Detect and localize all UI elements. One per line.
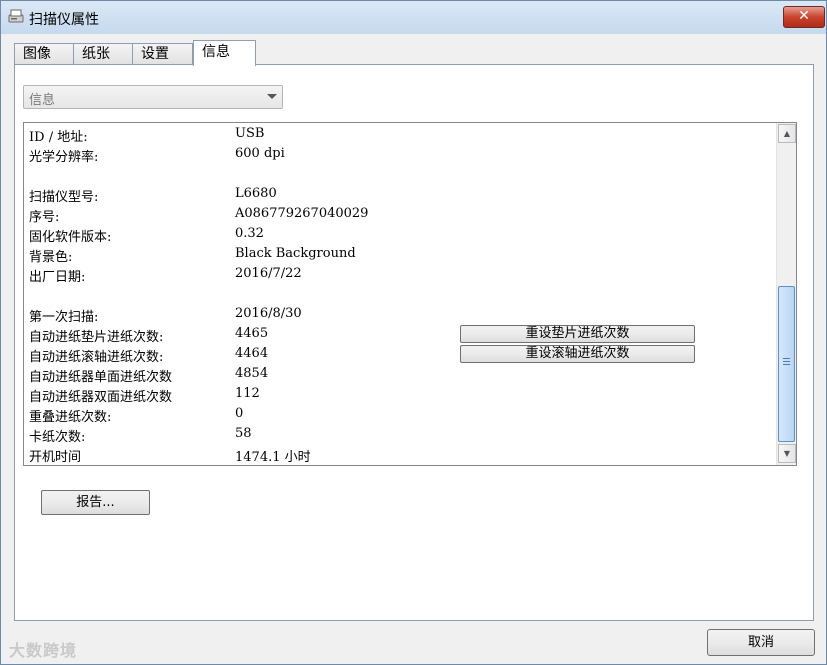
scroll-up-arrow-icon[interactable]: ▲ <box>778 124 796 143</box>
watermark-logo: 大数跨境 <box>9 641 78 660</box>
info-value: 2016/8/30 <box>235 306 302 321</box>
close-button[interactable]: ✕ <box>783 6 825 28</box>
info-label: 扫描仪型号: <box>29 190 99 205</box>
scanner-info-list: ID / 地址: USB 光学分辨率: 600 dpi 扫描仪型号: L6680… <box>23 122 797 466</box>
chevron-down-icon <box>267 94 277 99</box>
info-value: 0.32 <box>235 226 264 241</box>
info-label: 自动进纸垫片进纸次数: <box>29 330 164 345</box>
grip-line <box>783 358 790 359</box>
grip-line <box>783 361 790 362</box>
info-label: ID / 地址: <box>29 130 88 145</box>
info-value: 600 dpi <box>235 146 285 161</box>
info-value: 4854 <box>235 366 269 381</box>
info-label: 重叠进纸次数: <box>29 410 112 425</box>
info-label: 序号: <box>29 210 60 225</box>
info-value: L6680 <box>235 186 277 201</box>
scrollbar-thumb[interactable] <box>778 286 795 442</box>
info-label: 开机时间 <box>29 450 82 465</box>
info-value: 1474.1 小时 <box>235 450 311 465</box>
cancel-button[interactable]: 取消 <box>707 629 815 656</box>
scanner-properties-dialog: 扫描仪属性 ✕ 图像 纸张 设置 信息 信息 ID / 地址: USB 光学分辨… <box>0 0 827 665</box>
info-value: 4465 <box>235 326 269 341</box>
info-label: 自动进纸器单面进纸次数 <box>29 370 173 385</box>
scroll-down-arrow-icon[interactable]: ▼ <box>778 444 796 463</box>
reset-pad-count-button[interactable]: 重设垫片进纸次数 <box>460 325 695 343</box>
tab-paper[interactable]: 纸张 <box>73 43 134 64</box>
info-label: 背景色: <box>29 250 73 265</box>
tab-settings[interactable]: 设置 <box>132 43 193 64</box>
tab-info[interactable]: 信息 <box>193 40 256 66</box>
tab-image[interactable]: 图像 <box>14 43 75 64</box>
title-bar: 扫描仪属性 ✕ <box>1 1 826 34</box>
grip-line <box>783 364 790 365</box>
info-label: 固化软件版本: <box>29 230 112 245</box>
report-button[interactable]: 报告... <box>41 490 150 515</box>
info-label: 卡纸次数: <box>29 430 86 445</box>
info-label: 自动进纸器双面进纸次数 <box>29 390 173 405</box>
info-value: A086779267040029 <box>235 206 369 221</box>
info-value: 58 <box>235 426 252 441</box>
info-value: USB <box>235 126 265 141</box>
info-value: 112 <box>235 386 260 401</box>
info-value: 4464 <box>235 346 269 361</box>
info-label: 第一次扫描: <box>29 310 99 325</box>
info-type-select-value: 信息 <box>29 93 56 108</box>
info-label: 出厂日期: <box>29 270 86 285</box>
info-label: 光学分辨率: <box>29 150 99 165</box>
info-value: 2016/7/22 <box>235 266 302 281</box>
vertical-scrollbar[interactable]: ▲ ▼ <box>776 123 796 465</box>
info-type-select[interactable]: 信息 <box>23 85 283 109</box>
scanner-icon <box>8 9 24 23</box>
info-value: Black Background <box>235 246 356 261</box>
reset-roller-count-button[interactable]: 重设滚轴进纸次数 <box>460 345 695 363</box>
window-title: 扫描仪属性 <box>29 12 99 28</box>
info-value: 0 <box>235 406 244 421</box>
info-label: 自动进纸滚轴进纸次数: <box>29 350 164 365</box>
